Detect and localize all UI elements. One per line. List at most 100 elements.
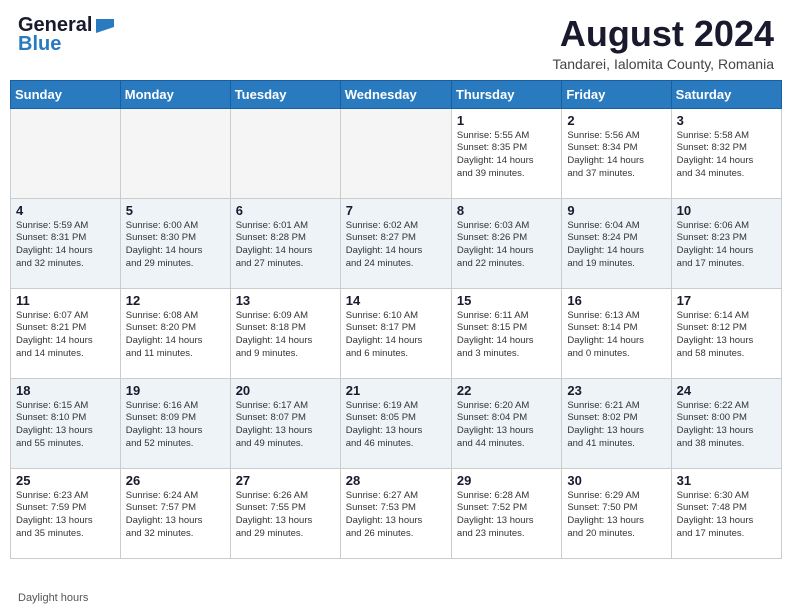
calendar-cell: 6 Sunrise: 6:01 AM Sunset: 8:28 PM Daylig… xyxy=(230,198,340,288)
day-number: 26 xyxy=(126,473,225,488)
page: General Blue August 2024 Tandarei, Ialom… xyxy=(0,0,792,612)
calendar-cell: 12Sunrise: 6:08 AM Sunset: 8:20 PM Dayli… xyxy=(120,288,230,378)
day-detail: Sunrise: 5:59 AM Sunset: 8:31 PM Dayligh… xyxy=(16,220,115,271)
day-number: 20 xyxy=(236,383,335,398)
day-detail: Sunrise: 6:28 AM Sunset: 7:52 PM Dayligh… xyxy=(457,490,556,541)
calendar-table: Sunday Monday Tuesday Wednesday Thursday… xyxy=(10,80,782,559)
header: General Blue August 2024 Tandarei, Ialom… xyxy=(0,0,792,80)
col-friday: Friday xyxy=(562,80,671,108)
calendar-body: 1Sunrise: 5:55 AM Sunset: 8:35 PM Daylig… xyxy=(11,108,782,558)
calendar-cell: 20 Sunrise: 6:17 AM Sunset: 8:07 PM Dayli… xyxy=(230,378,340,468)
day-number: 18 xyxy=(16,383,115,398)
calendar-cell xyxy=(120,108,230,198)
day-detail: Sunrise: 6:15 AM Sunset: 8:10 PM Dayligh… xyxy=(16,400,115,451)
footer: Daylight hours xyxy=(0,588,792,612)
day-number: 8 xyxy=(457,203,556,218)
calendar-cell: 22Sunrise: 6:20 AM Sunset: 8:04 PM Dayli… xyxy=(451,378,561,468)
calendar-cell: 8 Sunrise: 6:03 AM Sunset: 8:26 PM Daylig… xyxy=(451,198,561,288)
day-detail: Sunrise: 6:19 AM Sunset: 8:05 PM Dayligh… xyxy=(346,400,446,451)
day-detail: Sunrise: 6:07 AM Sunset: 8:21 PM Dayligh… xyxy=(16,310,115,361)
calendar: Sunday Monday Tuesday Wednesday Thursday… xyxy=(0,80,792,588)
day-detail: Sunrise: 6:14 AM Sunset: 8:12 PM Dayligh… xyxy=(677,310,776,361)
header-right: August 2024 Tandarei, Ialomita County, R… xyxy=(552,14,774,72)
calendar-cell: 21 Sunrise: 6:19 AM Sunset: 8:05 PM Dayli… xyxy=(340,378,451,468)
day-detail: Sunrise: 6:04 AM Sunset: 8:24 PM Dayligh… xyxy=(567,220,665,271)
calendar-cell: 19Sunrise: 6:16 AM Sunset: 8:09 PM Dayli… xyxy=(120,378,230,468)
day-number: 16 xyxy=(567,293,665,308)
day-number: 13 xyxy=(236,293,335,308)
calendar-cell: 29Sunrise: 6:28 AM Sunset: 7:52 PM Dayli… xyxy=(451,468,561,558)
day-detail: Sunrise: 6:11 AM Sunset: 8:15 PM Dayligh… xyxy=(457,310,556,361)
day-number: 30 xyxy=(567,473,665,488)
calendar-cell: 13 Sunrise: 6:09 AM Sunset: 8:18 PM Dayli… xyxy=(230,288,340,378)
calendar-week-4: 25Sunrise: 6:23 AM Sunset: 7:59 PM Dayli… xyxy=(11,468,782,558)
col-thursday: Thursday xyxy=(451,80,561,108)
calendar-cell xyxy=(230,108,340,198)
day-number: 28 xyxy=(346,473,446,488)
day-detail: Sunrise: 6:02 AM Sunset: 8:27 PM Dayligh… xyxy=(346,220,446,271)
day-number: 11 xyxy=(16,293,115,308)
day-detail: Sunrise: 6:27 AM Sunset: 7:53 PM Dayligh… xyxy=(346,490,446,541)
day-detail: Sunrise: 6:17 AM Sunset: 8:07 PM Dayligh… xyxy=(236,400,335,451)
calendar-cell: 4Sunrise: 5:59 AM Sunset: 8:31 PM Daylig… xyxy=(11,198,121,288)
calendar-cell: 7Sunrise: 6:02 AM Sunset: 8:27 PM Daylig… xyxy=(340,198,451,288)
calendar-cell xyxy=(11,108,121,198)
calendar-week-1: 4Sunrise: 5:59 AM Sunset: 8:31 PM Daylig… xyxy=(11,198,782,288)
day-number: 15 xyxy=(457,293,556,308)
day-detail: Sunrise: 6:23 AM Sunset: 7:59 PM Dayligh… xyxy=(16,490,115,541)
col-monday: Monday xyxy=(120,80,230,108)
day-detail: Sunrise: 6:00 AM Sunset: 8:30 PM Dayligh… xyxy=(126,220,225,271)
day-number: 1 xyxy=(457,113,556,128)
day-detail: Sunrise: 6:29 AM Sunset: 7:50 PM Dayligh… xyxy=(567,490,665,541)
location: Tandarei, Ialomita County, Romania xyxy=(552,56,774,72)
day-detail: Sunrise: 6:01 AM Sunset: 8:28 PM Dayligh… xyxy=(236,220,335,271)
calendar-cell: 31 Sunrise: 6:30 AM Sunset: 7:48 PM Dayli… xyxy=(671,468,781,558)
day-number: 10 xyxy=(677,203,776,218)
calendar-cell: 30 Sunrise: 6:29 AM Sunset: 7:50 PM Dayli… xyxy=(562,468,671,558)
day-number: 22 xyxy=(457,383,556,398)
logo-flag-icon xyxy=(96,19,114,33)
day-detail: Sunrise: 6:22 AM Sunset: 8:00 PM Dayligh… xyxy=(677,400,776,451)
calendar-cell: 25Sunrise: 6:23 AM Sunset: 7:59 PM Dayli… xyxy=(11,468,121,558)
day-detail: Sunrise: 6:09 AM Sunset: 8:18 PM Dayligh… xyxy=(236,310,335,361)
day-number: 5 xyxy=(126,203,225,218)
day-detail: Sunrise: 6:10 AM Sunset: 8:17 PM Dayligh… xyxy=(346,310,446,361)
calendar-week-2: 11 Sunrise: 6:07 AM Sunset: 8:21 PM Dayli… xyxy=(11,288,782,378)
day-number: 2 xyxy=(567,113,665,128)
calendar-cell: 2Sunrise: 5:56 AM Sunset: 8:34 PM Daylig… xyxy=(562,108,671,198)
day-number: 19 xyxy=(126,383,225,398)
day-number: 24 xyxy=(677,383,776,398)
calendar-week-3: 18 Sunrise: 6:15 AM Sunset: 8:10 PM Dayli… xyxy=(11,378,782,468)
calendar-cell xyxy=(340,108,451,198)
day-number: 21 xyxy=(346,383,446,398)
calendar-cell: 1Sunrise: 5:55 AM Sunset: 8:35 PM Daylig… xyxy=(451,108,561,198)
calendar-cell: 27Sunrise: 6:26 AM Sunset: 7:55 PM Dayli… xyxy=(230,468,340,558)
calendar-cell: 17 Sunrise: 6:14 AM Sunset: 8:12 PM Dayli… xyxy=(671,288,781,378)
header-row: Sunday Monday Tuesday Wednesday Thursday… xyxy=(11,80,782,108)
calendar-cell: 24 Sunrise: 6:22 AM Sunset: 8:00 PM Dayli… xyxy=(671,378,781,468)
day-number: 31 xyxy=(677,473,776,488)
daylight-label: Daylight hours xyxy=(18,592,88,604)
day-number: 14 xyxy=(346,293,446,308)
day-number: 9 xyxy=(567,203,665,218)
day-number: 23 xyxy=(567,383,665,398)
day-detail: Sunrise: 5:58 AM Sunset: 8:32 PM Dayligh… xyxy=(677,130,776,181)
day-number: 3 xyxy=(677,113,776,128)
col-wednesday: Wednesday xyxy=(340,80,451,108)
logo: General Blue xyxy=(18,14,114,56)
day-detail: Sunrise: 6:03 AM Sunset: 8:26 PM Dayligh… xyxy=(457,220,556,271)
calendar-cell: 16Sunrise: 6:13 AM Sunset: 8:14 PM Dayli… xyxy=(562,288,671,378)
calendar-cell: 18 Sunrise: 6:15 AM Sunset: 8:10 PM Dayli… xyxy=(11,378,121,468)
calendar-cell: 11 Sunrise: 6:07 AM Sunset: 8:21 PM Dayli… xyxy=(11,288,121,378)
day-detail: Sunrise: 6:08 AM Sunset: 8:20 PM Dayligh… xyxy=(126,310,225,361)
day-number: 6 xyxy=(236,203,335,218)
calendar-cell: 5 Sunrise: 6:00 AM Sunset: 8:30 PM Daylig… xyxy=(120,198,230,288)
calendar-cell: 23Sunrise: 6:21 AM Sunset: 8:02 PM Dayli… xyxy=(562,378,671,468)
day-detail: Sunrise: 6:30 AM Sunset: 7:48 PM Dayligh… xyxy=(677,490,776,541)
col-tuesday: Tuesday xyxy=(230,80,340,108)
day-detail: Sunrise: 6:06 AM Sunset: 8:23 PM Dayligh… xyxy=(677,220,776,271)
month-title: August 2024 xyxy=(552,14,774,54)
calendar-week-0: 1Sunrise: 5:55 AM Sunset: 8:35 PM Daylig… xyxy=(11,108,782,198)
day-number: 17 xyxy=(677,293,776,308)
calendar-cell: 15 Sunrise: 6:11 AM Sunset: 8:15 PM Dayli… xyxy=(451,288,561,378)
